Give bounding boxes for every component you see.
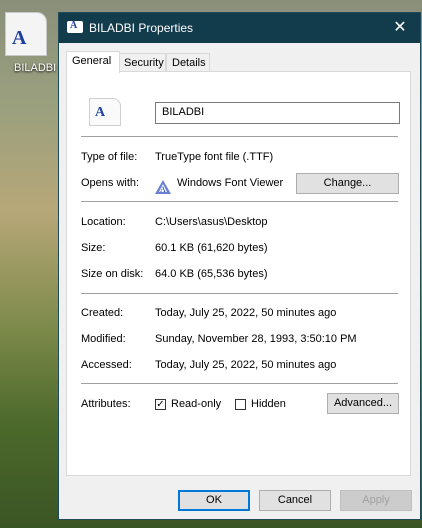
size-on-disk-value: 64.0 KB (65,536 bytes) — [155, 268, 268, 280]
type-label: Type of file: — [81, 151, 138, 163]
modified-value: Sunday, November 28, 1993, 3:50:10 PM — [155, 333, 357, 345]
size-on-disk-label: Size on disk: — [81, 268, 144, 280]
attributes-label: Attributes: — [81, 398, 131, 410]
divider — [81, 136, 398, 137]
modified-label: Modified: — [81, 333, 126, 345]
font-file-icon: A — [67, 20, 83, 33]
window-title: BILADBI Properties — [89, 21, 194, 35]
size-label: Size: — [81, 242, 106, 254]
tab-details[interactable]: Details — [166, 53, 210, 72]
apply-button[interactable]: Apply — [340, 490, 412, 511]
size-value: 60.1 KB (61,620 bytes) — [155, 242, 268, 254]
hidden-checkbox[interactable] — [235, 399, 246, 410]
title-bar[interactable]: A BILADBI Properties ✕ — [59, 13, 420, 43]
location-value: C:\Users\asus\Desktop — [155, 216, 268, 228]
font-viewer-icon: A — [155, 180, 171, 194]
accessed-label: Accessed: — [81, 359, 132, 371]
opens-with-label: Opens with: — [81, 177, 140, 189]
opens-with-value: Windows Font Viewer — [177, 177, 284, 189]
read-only-checkbox[interactable]: ✓ — [155, 399, 166, 410]
created-value: Today, July 25, 2022, 50 minutes ago — [155, 307, 337, 319]
file-name-field[interactable]: BILADBI — [155, 102, 400, 124]
desktop-file-icon[interactable]: A BILADBI — [0, 12, 56, 74]
change-button[interactable]: Change... — [296, 173, 399, 194]
divider — [81, 201, 398, 202]
properties-window: A BILADBI Properties ✕ General Security … — [58, 12, 421, 520]
divider — [81, 293, 398, 294]
hidden-label: Hidden — [251, 398, 286, 410]
font-file-icon: A — [5, 12, 47, 56]
location-label: Location: — [81, 216, 126, 228]
divider — [81, 383, 398, 384]
tab-security[interactable]: Security — [118, 53, 166, 72]
close-button[interactable]: ✕ — [380, 13, 420, 43]
cancel-button[interactable]: Cancel — [259, 490, 331, 511]
tab-general[interactable]: General — [66, 51, 120, 73]
type-value: TrueType font file (.TTF) — [155, 151, 274, 163]
general-panel: A BILADBI Type of file: TrueType font fi… — [66, 71, 411, 476]
accessed-value: Today, July 25, 2022, 50 minutes ago — [155, 359, 337, 371]
ok-button[interactable]: OK — [178, 490, 250, 511]
read-only-label: Read-only — [171, 398, 222, 410]
font-file-icon: A — [89, 98, 121, 126]
created-label: Created: — [81, 307, 124, 319]
desktop-icon-label: BILADBI — [14, 62, 57, 74]
svg-text:A: A — [160, 185, 166, 194]
advanced-button[interactable]: Advanced... — [327, 393, 399, 414]
